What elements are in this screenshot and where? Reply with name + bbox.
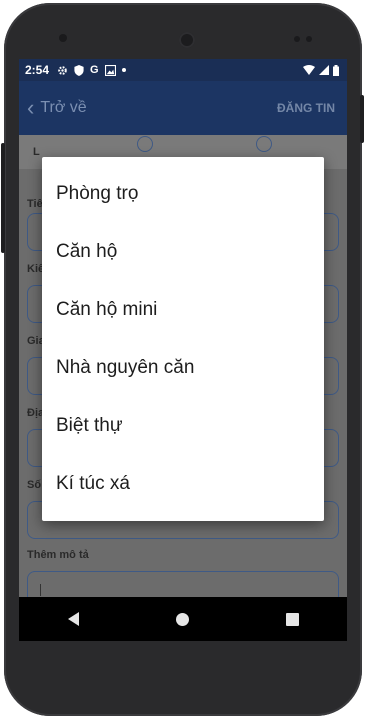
navigation-bar [19, 597, 347, 641]
front-camera [59, 34, 67, 42]
nav-recents-icon[interactable] [285, 612, 299, 626]
status-time: 2:54 [25, 63, 50, 77]
earpiece-speaker [179, 32, 195, 48]
option-phong-tro[interactable]: Phòng trọ [42, 165, 324, 223]
back-label: Trở về [40, 99, 87, 116]
number-label: Số [27, 479, 42, 491]
option-biet-thu[interactable]: Biệt thự [42, 397, 324, 455]
radio-option[interactable] [256, 136, 272, 152]
gear-icon [58, 65, 67, 75]
signal-icon [319, 65, 329, 75]
text-cursor [40, 584, 41, 596]
photo-icon [104, 64, 116, 76]
status-bar: 2:54 G [19, 59, 347, 81]
shield-icon [74, 64, 84, 76]
volume-button [1, 143, 5, 253]
nav-back-icon[interactable] [67, 612, 79, 626]
title-label: Tiê [27, 198, 43, 210]
system-icons [303, 64, 339, 76]
dot-icon [121, 68, 126, 72]
device-screen: 2:54 G ‹ Trở về ĐĂNG TIN L Tiê Kiể Gia Đ… [19, 59, 347, 641]
app-bar: ‹ Trở về ĐĂNG TIN [19, 81, 347, 135]
add-description-label: Thêm mô tả [27, 549, 89, 561]
chevron-left-icon: ‹ [27, 95, 35, 120]
option-nha-nguyen-can[interactable]: Nhà nguyên căn [42, 339, 324, 397]
option-can-ho[interactable]: Căn hộ [42, 223, 324, 281]
option-ki-tuc-xa[interactable]: Kí túc xá [42, 455, 324, 513]
sensor-dot [306, 36, 312, 42]
type-label: L [33, 146, 40, 158]
option-can-ho-mini[interactable]: Căn hộ mini [42, 281, 324, 339]
property-type-dialog: Phòng trọ Căn hộ Căn hộ mini Nhà nguyên … [42, 157, 324, 521]
notification-icons: G [57, 64, 126, 76]
radio-option[interactable] [137, 136, 153, 152]
battery-icon [333, 64, 339, 76]
google-icon: G [90, 64, 99, 76]
nav-home-icon[interactable] [175, 612, 189, 626]
wifi-icon [303, 65, 315, 75]
sensor-dot [294, 36, 300, 42]
back-button[interactable]: ‹ Trở về [27, 97, 87, 119]
post-button[interactable]: ĐĂNG TIN [277, 101, 335, 115]
power-button [360, 95, 364, 143]
